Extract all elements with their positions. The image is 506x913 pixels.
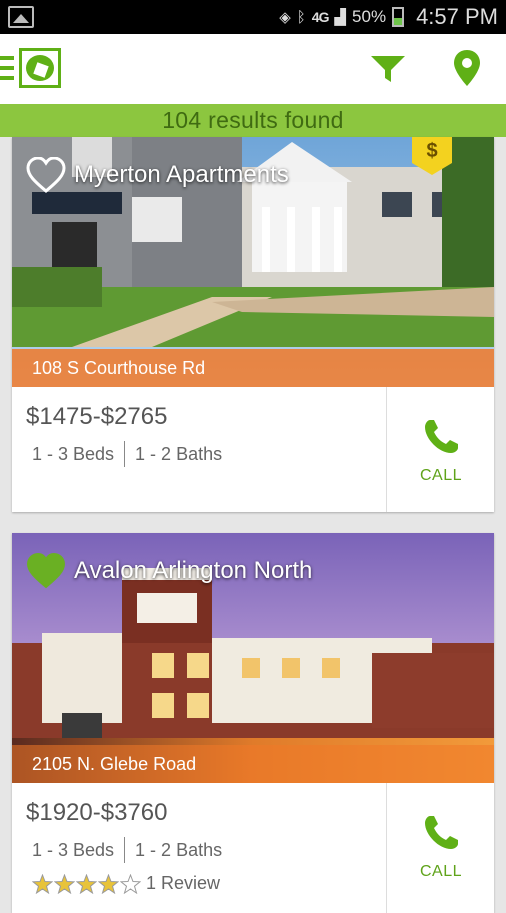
star-empty-icon xyxy=(120,873,141,894)
battery-icon xyxy=(392,7,405,27)
filter-button[interactable] xyxy=(368,48,408,88)
star-filled-icon xyxy=(76,873,97,894)
beds-count: 1 - 3 Beds xyxy=(32,839,115,860)
nfc-icon: ◈ xyxy=(279,9,291,26)
listing-title-row: Avalon Arlington North xyxy=(26,549,312,593)
logo-icon[interactable] xyxy=(19,48,61,88)
call-label: CALL xyxy=(419,863,463,880)
call-label: CALL xyxy=(419,467,463,484)
status-bar: ◈ ᛒ 4G ▟ 50% 4:57 PM xyxy=(0,0,506,34)
beds-baths: 1 - 3 Beds 1 - 2 Baths xyxy=(32,837,222,863)
phone-icon xyxy=(425,816,458,849)
listing-card[interactable]: Myerton Apartments $ 108 S Courthouse Rd… xyxy=(12,137,494,512)
listing-price: $1920-$3760 xyxy=(26,799,168,826)
location-pin-icon xyxy=(454,50,480,86)
listing-title-row: Myerton Apartments xyxy=(26,153,289,197)
star-filled-icon xyxy=(54,873,75,894)
listing-card[interactable]: Avalon Arlington North 2105 N. Glebe Roa… xyxy=(12,533,494,913)
phone-icon xyxy=(425,420,458,453)
review-count[interactable]: 1 Review xyxy=(146,873,220,894)
battery-percent: 50% xyxy=(352,7,387,26)
price-tag-icon: $ xyxy=(412,137,452,175)
map-location-button[interactable] xyxy=(447,48,487,88)
star-filled-icon xyxy=(32,873,53,894)
call-button[interactable]: CALL xyxy=(387,417,494,497)
rating-stars xyxy=(32,873,142,894)
price-badge-symbol: $ xyxy=(426,140,437,162)
call-column: CALL xyxy=(386,783,494,913)
menu-icon[interactable] xyxy=(0,56,14,80)
divider xyxy=(124,441,126,467)
clock: 4:57 PM xyxy=(416,4,498,29)
app-bar xyxy=(0,34,506,104)
rating[interactable]: 1 Review xyxy=(32,873,220,894)
divider xyxy=(124,837,126,863)
favorite-heart-icon[interactable] xyxy=(26,157,66,193)
results-count-banner: 104 results found xyxy=(0,104,506,137)
baths-count: 1 - 2 Baths xyxy=(135,839,223,860)
filter-icon xyxy=(371,56,405,82)
call-column: CALL xyxy=(386,387,494,512)
signal-icon: ▟ xyxy=(334,9,347,26)
beds-baths: 1 - 3 Beds 1 - 2 Baths xyxy=(32,441,222,467)
listing-address: 2105 N. Glebe Road xyxy=(12,745,494,783)
star-filled-icon xyxy=(98,873,119,894)
bluetooth-icon: ᛒ xyxy=(296,8,306,26)
status-icons: ◈ ᛒ 4G ▟ 50% 4:57 PM xyxy=(279,0,498,34)
listing-title[interactable]: Avalon Arlington North xyxy=(74,557,312,585)
gallery-notification-icon xyxy=(8,6,34,28)
call-button[interactable]: CALL xyxy=(387,813,494,893)
listing-photo[interactable]: Myerton Apartments $ 108 S Courthouse Rd xyxy=(12,137,494,387)
listing-photo[interactable]: Avalon Arlington North 2105 N. Glebe Roa… xyxy=(12,533,494,783)
listing-price: $1475-$2765 xyxy=(26,403,168,430)
network-type: 4G xyxy=(311,9,330,25)
listing-title[interactable]: Myerton Apartments xyxy=(74,161,289,189)
beds-count: 1 - 3 Beds xyxy=(32,443,115,464)
listing-details[interactable]: $1475-$2765 1 - 3 Beds 1 - 2 Baths xyxy=(12,387,384,512)
baths-count: 1 - 2 Baths xyxy=(135,443,223,464)
price-badge: $ xyxy=(412,137,452,175)
listing-address: 108 S Courthouse Rd xyxy=(12,349,494,387)
favorite-heart-icon[interactable] xyxy=(26,553,66,589)
listing-details[interactable]: $1920-$3760 1 - 3 Beds 1 - 2 Baths 1 Rev… xyxy=(12,783,384,913)
